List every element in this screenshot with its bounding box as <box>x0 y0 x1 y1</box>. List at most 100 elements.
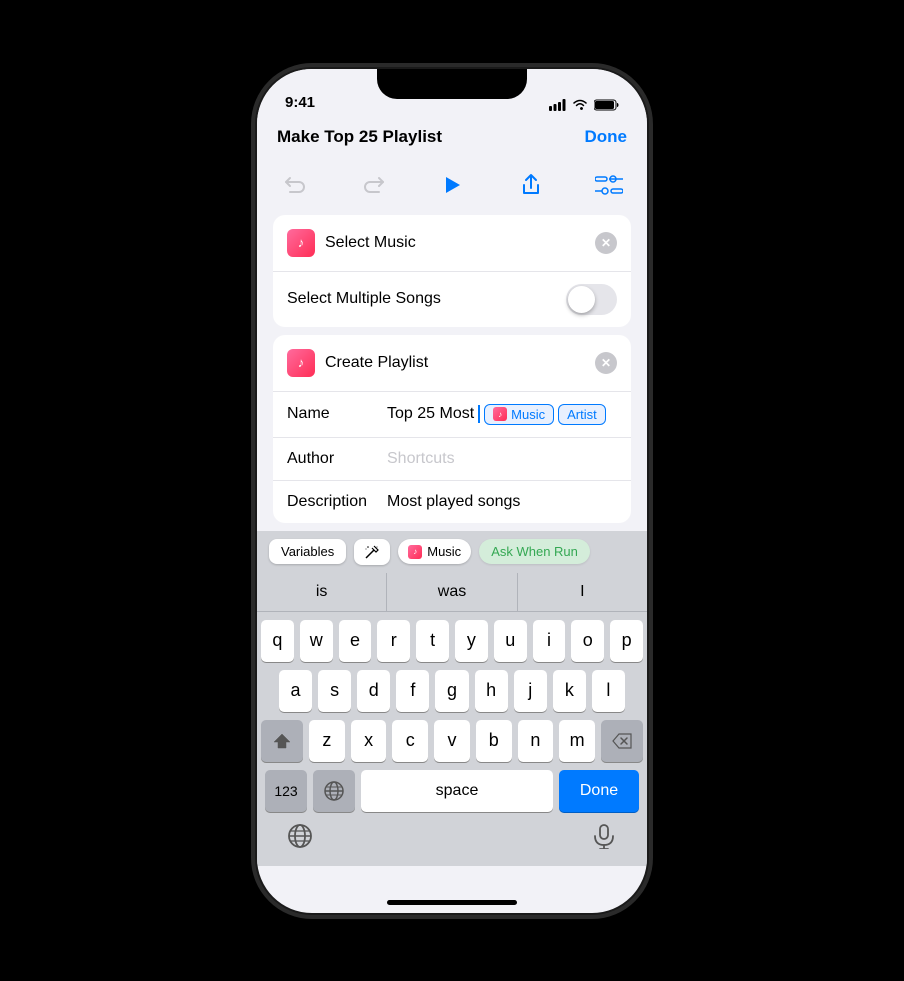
phone-bottom <box>257 816 647 866</box>
done-button[interactable]: Done <box>559 770 639 812</box>
variables-label: Variables <box>281 544 334 559</box>
music-pill-icon: ♪ <box>408 545 422 559</box>
key-l[interactable]: l <box>592 670 625 712</box>
token-music-icon: ♪ <box>493 407 507 421</box>
settings-button[interactable] <box>591 167 627 203</box>
key-v[interactable]: v <box>434 720 470 762</box>
music-pill-label: Music <box>427 544 461 559</box>
key-h[interactable]: h <box>475 670 508 712</box>
music-token-pill[interactable]: ♪ Music <box>484 404 554 425</box>
select-multiple-label: Select Multiple Songs <box>287 290 441 308</box>
key-d[interactable]: d <box>357 670 390 712</box>
name-label: Name <box>287 405 387 423</box>
wifi-icon <box>572 99 588 111</box>
playlist-description-row: Description Most played songs <box>273 481 631 523</box>
key-i[interactable]: i <box>533 620 566 662</box>
artist-token-pill[interactable]: Artist <box>558 404 606 425</box>
ask-when-run-label: Ask When Run <box>491 544 578 559</box>
share-button[interactable] <box>513 167 549 203</box>
toolbar <box>257 159 647 215</box>
magic-pill[interactable] <box>354 539 390 565</box>
status-time: 9:41 <box>285 94 315 111</box>
bottom-globe-icon[interactable] <box>287 823 313 849</box>
signal-icon <box>549 99 566 111</box>
keyboard-bottom-row: 123 space Done <box>261 770 643 812</box>
predictive-word-3[interactable]: I <box>518 573 647 611</box>
nav-title: Make Top 25 Playlist <box>277 127 442 147</box>
key-z[interactable]: z <box>309 720 345 762</box>
nav-bar: Make Top 25 Playlist Done <box>257 119 647 159</box>
microphone-icon[interactable] <box>591 823 617 849</box>
predictive-word-1[interactable]: is <box>257 573 387 611</box>
ask-when-run-pill[interactable]: Ask When Run <box>479 539 590 564</box>
home-indicator[interactable] <box>387 900 517 905</box>
select-music-title: Select Music <box>325 234 416 252</box>
key-p[interactable]: p <box>610 620 643 662</box>
numbers-button[interactable]: 123 <box>265 770 307 812</box>
description-label: Description <box>287 493 387 511</box>
key-n[interactable]: n <box>518 720 554 762</box>
wand-icon <box>364 544 380 560</box>
redo-button[interactable] <box>356 167 392 203</box>
battery-icon <box>594 99 619 111</box>
delete-icon <box>612 733 632 749</box>
text-cursor <box>478 405 480 423</box>
key-u[interactable]: u <box>494 620 527 662</box>
key-x[interactable]: x <box>351 720 387 762</box>
key-c[interactable]: c <box>392 720 428 762</box>
create-playlist-close-button[interactable]: ✕ <box>595 352 617 374</box>
author-placeholder[interactable]: Shortcuts <box>387 450 455 468</box>
music-pill[interactable]: ♪ Music <box>398 539 471 564</box>
key-g[interactable]: g <box>435 670 468 712</box>
keyboard-row-3: z x c v b n m <box>261 720 643 762</box>
status-icons <box>549 99 619 111</box>
select-multiple-toggle[interactable] <box>566 284 617 315</box>
key-f[interactable]: f <box>396 670 429 712</box>
key-t[interactable]: t <box>416 620 449 662</box>
keyboard: q w e r t y u i o p a s d f g h j k l <box>257 612 647 816</box>
key-a[interactable]: a <box>279 670 312 712</box>
create-playlist-title: Create Playlist <box>325 354 428 372</box>
play-button[interactable] <box>434 167 470 203</box>
key-o[interactable]: o <box>571 620 604 662</box>
create-playlist-card: ♪ Create Playlist ✕ Name Top 25 Most ♪ M… <box>273 335 631 523</box>
key-k[interactable]: k <box>553 670 586 712</box>
toggle-thumb <box>568 286 595 313</box>
key-r[interactable]: r <box>377 620 410 662</box>
undo-button[interactable] <box>277 167 313 203</box>
key-m[interactable]: m <box>559 720 595 762</box>
keyboard-row-1: q w e r t y u i o p <box>261 620 643 662</box>
create-playlist-icon: ♪ <box>287 349 315 377</box>
key-e[interactable]: e <box>339 620 372 662</box>
key-b[interactable]: b <box>476 720 512 762</box>
artist-token-label: Artist <box>567 407 597 422</box>
shift-icon <box>273 732 291 750</box>
playlist-name-row: Name Top 25 Most ♪ Music Artist <box>273 392 631 438</box>
space-button[interactable]: space <box>361 770 553 812</box>
select-music-card: ♪ Select Music ✕ Select Multiple Songs <box>273 215 631 327</box>
select-music-close-button[interactable]: ✕ <box>595 232 617 254</box>
description-value[interactable]: Most played songs <box>387 493 520 511</box>
variables-pill[interactable]: Variables <box>269 539 346 564</box>
predictive-word-2[interactable]: was <box>387 573 517 611</box>
globe-icon <box>323 780 345 802</box>
key-j[interactable]: j <box>514 670 547 712</box>
shift-button[interactable] <box>261 720 303 762</box>
select-music-header: ♪ Select Music ✕ <box>273 215 631 272</box>
music-token-label: Music <box>511 407 545 422</box>
key-y[interactable]: y <box>455 620 488 662</box>
keyboard-row-2: a s d f g h j k l <box>261 670 643 712</box>
name-value[interactable]: Top 25 Most ♪ Music Artist <box>387 404 617 425</box>
name-text: Top 25 Most <box>387 405 474 423</box>
author-label: Author <box>287 450 387 468</box>
create-playlist-header: ♪ Create Playlist ✕ <box>273 335 631 392</box>
predictive-bar: is was I <box>257 573 647 612</box>
key-q[interactable]: q <box>261 620 294 662</box>
shortcuts-bar: Variables ♪ Music Ask When Run <box>257 531 647 573</box>
key-w[interactable]: w <box>300 620 333 662</box>
nav-done-button[interactable]: Done <box>585 127 628 147</box>
select-music-icon: ♪ <box>287 229 315 257</box>
globe-button[interactable] <box>313 770 355 812</box>
delete-button[interactable] <box>601 720 643 762</box>
key-s[interactable]: s <box>318 670 351 712</box>
